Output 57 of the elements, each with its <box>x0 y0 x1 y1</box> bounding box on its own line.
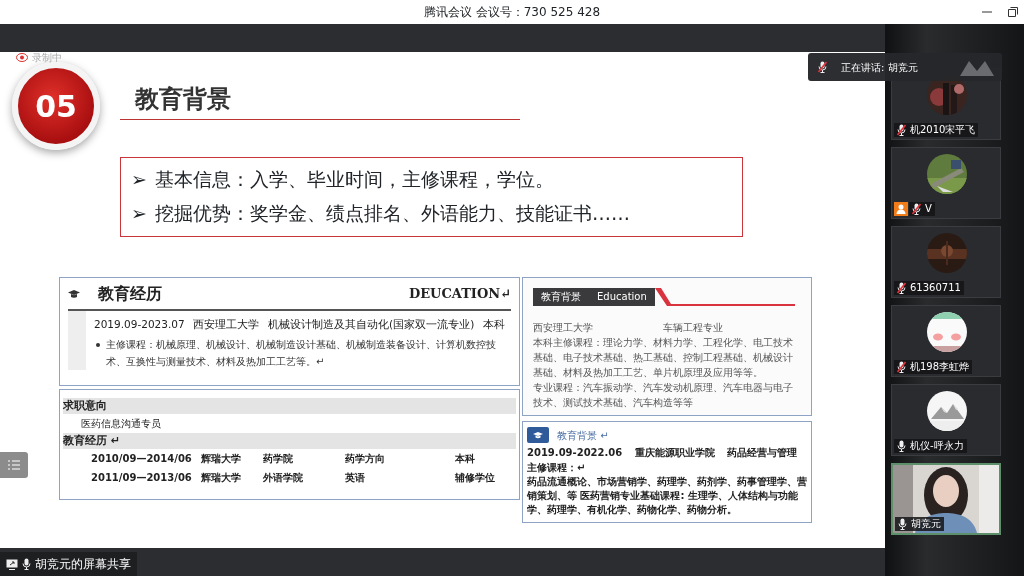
graduation-cap-icon <box>527 427 549 443</box>
slide-title: 教育背景 <box>133 84 232 114</box>
entry-text: 外语学院 <box>263 471 304 485</box>
bullet-marker: ➢ <box>131 201 147 226</box>
share-text: 胡竞元的屏幕共享 <box>35 556 131 573</box>
entry-text: 药学方向 <box>345 452 386 466</box>
participant-name: V <box>925 202 932 216</box>
entry-text: 辉瑞大学 <box>201 452 242 466</box>
speaking-text: 正在讲话: 胡竞元 <box>841 60 918 75</box>
entry-text: 本科 <box>483 317 505 332</box>
section-heading: 教育经历 ↵ <box>63 433 516 449</box>
participant-name: 胡竞元 <box>911 517 941 531</box>
restore-icon[interactable] <box>1008 7 1018 17</box>
participant-name: 机198李虹烨 <box>910 360 970 374</box>
graduation-cap-icon <box>68 289 80 299</box>
participant-name: 机2010宋平飞 <box>910 123 976 137</box>
list-icon <box>8 460 20 470</box>
section-english: Education <box>597 290 647 304</box>
entry-text: 2010/09—2014/06 <box>91 452 193 466</box>
course-label: 主修课程：↵ <box>527 461 587 475</box>
bullet-marker: ➢ <box>131 167 147 192</box>
entry-text: 重庆能源职业学院 <box>634 446 715 460</box>
list-button[interactable] <box>0 452 28 478</box>
course-list: 专业课程：汽车振动学、汽车发动机原理、汽车电器与电子技术、测试技术基础、汽车构造等等 <box>533 380 801 410</box>
bullet-text: 挖掘优势：奖学金、绩点排名、外语能力、技能证书…… <box>154 201 630 226</box>
entry-text: 医药信息沟通专员 <box>81 417 161 431</box>
section-heading: 教育背景 <box>541 290 581 304</box>
entry-text: 西安理工大学 <box>533 321 594 335</box>
window-title: 腾讯会议 会议号：730 525 428 <box>423 4 601 21</box>
entry-text: 西安理工大学 <box>193 317 260 332</box>
section-heading: 求职意向 <box>63 398 516 414</box>
entry-text: 药品经营与管理 <box>727 446 797 460</box>
recording-label: 录制中 <box>32 52 62 63</box>
participant-name: 机仪-呼永力 <box>910 439 964 453</box>
section-number: 05 <box>12 62 100 150</box>
section-heading: 教育经历 <box>98 283 162 305</box>
bullet-text: 基本信息：入学、毕业时间，主修课程，学位。 <box>154 167 554 192</box>
entry-text: 机械设计制造及其自动化(国家双一流专业) <box>268 317 475 332</box>
entry-text: 2019.09-2022.06 <box>527 446 623 460</box>
record-icon <box>16 53 28 62</box>
bullet-dot-icon <box>96 342 100 347</box>
course-list: 本科主修课程：理论力学、材料力学、工程化学、电工技术基础、电子技术基础、热工基础、控制工程基础、机械设计基础、材料及热加工工艺、单片机原理及应用等等。 <box>533 335 801 380</box>
entry-text: 车辆工程专业 <box>663 321 723 335</box>
entry-text: 本科 <box>455 452 476 466</box>
course-list: 主修课程：机械原理、机械设计、机械制造设计基础、机械制造装备设计、计算机数控技术、互换性与测量技术、材料及热加工工艺等。↵ <box>106 335 511 370</box>
course-list: 药品流通概论、市场营销学、药理学、药剂学、药事管理学、营销策划、等 医药营销专业基础课程: 生理学、人体结构与功能学、药理学、有机化学、药物化学、药物分析。 <box>527 475 807 517</box>
entry-text: 辉瑞大学 <box>201 471 242 485</box>
section-english: DEUCATION↵ <box>408 285 511 304</box>
screen-share-icon <box>6 558 18 570</box>
entry-text: 2019.09-2023.07 <box>94 317 185 332</box>
entry-text: 药学院 <box>263 452 294 466</box>
entry-text: 2011/09—2013/06 <box>91 471 193 485</box>
entry-text: 英语 <box>345 471 366 485</box>
section-heading: 教育背景 ↵ <box>557 428 609 443</box>
participant-name: 61360711 <box>910 281 961 295</box>
entry-text: 辅修学位 <box>455 471 496 485</box>
muted-mic-icon <box>818 61 827 73</box>
